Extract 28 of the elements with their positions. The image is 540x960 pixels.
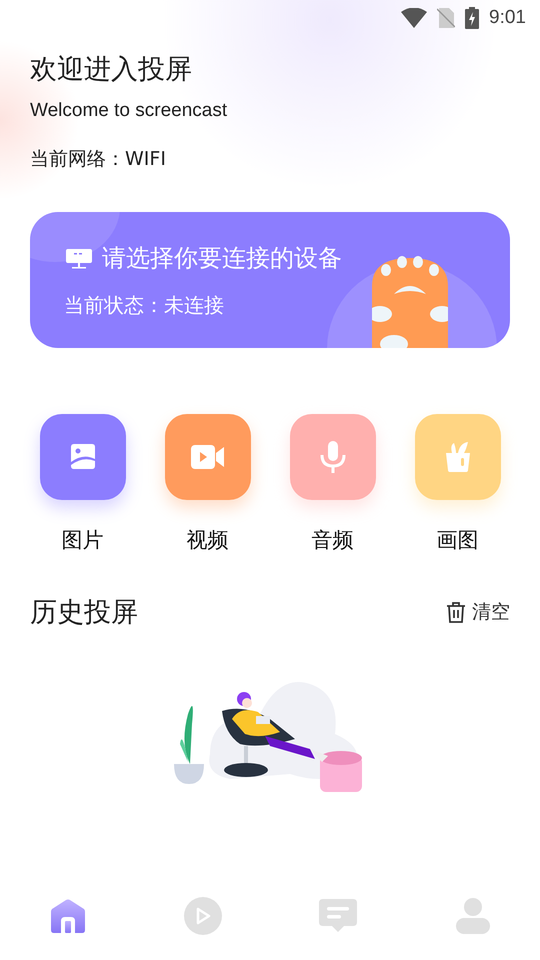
page-title: 欢迎进入投屏: [30, 53, 192, 87]
media-type-button[interactable]: [40, 414, 126, 500]
media-type-label: 画图: [436, 527, 478, 554]
tv-icon: [66, 247, 92, 269]
clear-button[interactable]: 清空: [446, 599, 510, 625]
battery-charging-icon: [465, 7, 480, 29]
microphone-icon: [318, 440, 346, 474]
media-type-button[interactable]: [290, 414, 376, 500]
wifi-icon: [401, 8, 428, 28]
media-type-button[interactable]: [164, 414, 250, 500]
video-camera-icon: [190, 443, 226, 471]
paint-bucket-icon: [444, 441, 472, 473]
profile-icon: [456, 898, 490, 934]
message-icon: [318, 899, 356, 933]
media-type-label: 音频: [312, 527, 354, 554]
media-type-label: 视频: [186, 527, 228, 554]
device-prompt: 请选择你要连接的设备: [102, 243, 342, 274]
trash-icon: [446, 601, 466, 623]
status-time: 9:01: [489, 7, 526, 29]
welcome-subtitle: Welcome to screencast: [30, 100, 228, 122]
history-title: 历史投屏: [30, 596, 138, 630]
media-type-label: 图片: [62, 527, 104, 554]
play-icon: [184, 897, 222, 935]
no-sim-icon: [437, 8, 456, 28]
home-icon: [50, 899, 84, 933]
network-status: 当前网络：WIFI: [30, 147, 166, 172]
media-type-button[interactable]: [414, 414, 500, 500]
connection-status: 当前状态：未连接: [64, 292, 224, 319]
